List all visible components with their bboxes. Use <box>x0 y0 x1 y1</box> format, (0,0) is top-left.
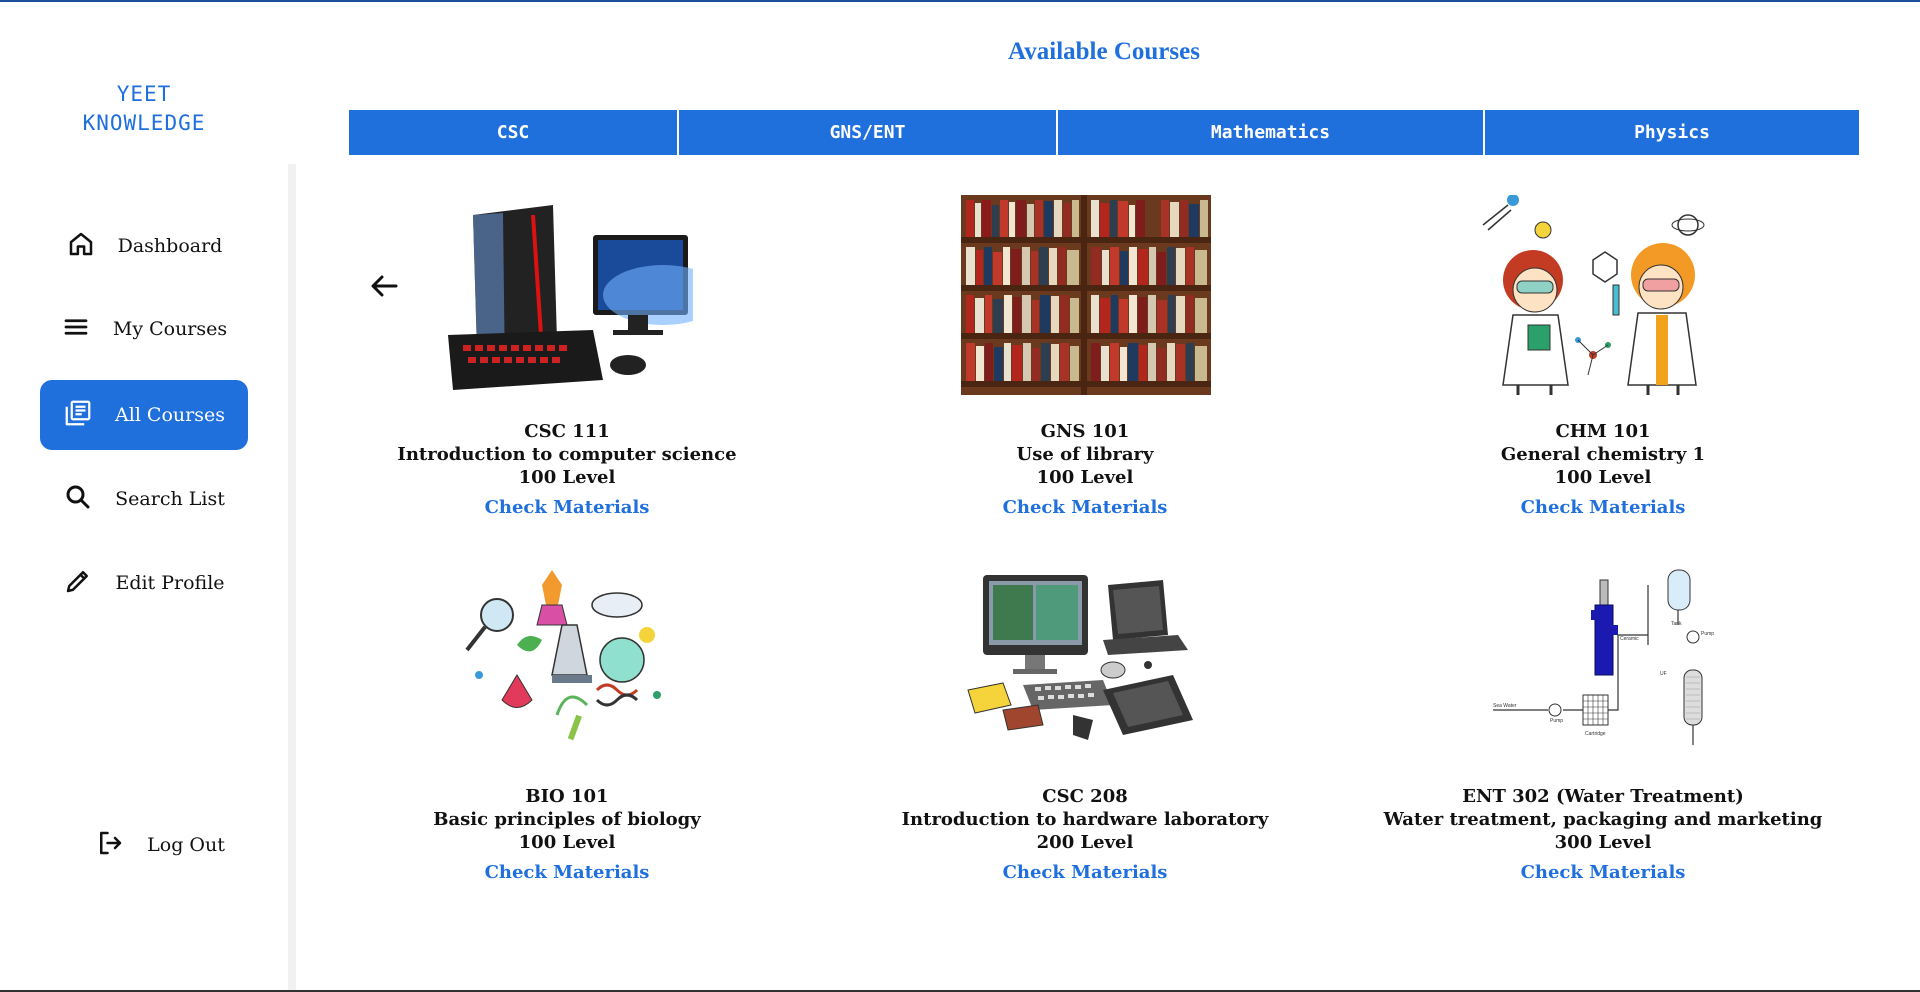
sidebar-item-edit-profile[interactable]: Edit Profile <box>40 548 248 618</box>
course-level: 100 Level <box>1036 467 1134 488</box>
course-name: Basic principles of biology <box>433 809 701 830</box>
course-code: BIO 101 <box>525 786 609 807</box>
sidebar-item-all-courses[interactable]: All Courses <box>40 380 248 450</box>
check-materials-link[interactable]: Check Materials <box>485 862 650 883</box>
course-name: Introduction to hardware laboratory <box>901 809 1269 830</box>
tab-physics[interactable]: Physics <box>1485 110 1859 155</box>
scientists-image <box>1473 194 1733 395</box>
sidebar-item-label: Dashboard <box>117 235 223 257</box>
svg-text:Pump: Pump <box>1701 631 1714 637</box>
app-logo[interactable]: YEET KNOWLEDGE <box>0 80 288 138</box>
tab-csc[interactable]: CSC <box>349 110 679 155</box>
svg-text:Tank: Tank <box>1671 621 1682 627</box>
course-level: 300 Level <box>1554 832 1652 853</box>
bookshelf-image <box>961 195 1211 395</box>
svg-text:Cartridge: Cartridge <box>1585 731 1606 737</box>
home-icon <box>66 229 96 264</box>
svg-text:Ceramic: Ceramic <box>1620 636 1639 642</box>
top-border <box>0 0 1920 2</box>
check-materials-link[interactable]: Check Materials <box>1003 862 1168 883</box>
desktop-computer-image <box>443 195 723 395</box>
library-icon <box>63 398 93 433</box>
sidebar-item-label: Edit Profile <box>115 572 225 594</box>
check-materials-link[interactable]: Check Materials <box>1521 497 1686 518</box>
sidebar-item-search-list[interactable]: Search List <box>40 464 248 534</box>
page-title: Available Courses <box>1008 38 1200 65</box>
check-materials-link[interactable]: Check Materials <box>1521 862 1686 883</box>
sidebar-item-label: All Courses <box>115 404 225 426</box>
logo-line1: YEET <box>116 82 172 106</box>
sidebar: YEET KNOWLEDGE Dashboard My Courses All … <box>0 0 288 992</box>
sidebar-item-label: My Courses <box>112 318 228 340</box>
course-name: General chemistry 1 <box>1500 444 1706 465</box>
sidebar-item-dashboard[interactable]: Dashboard <box>40 211 248 281</box>
course-code: CSC 208 <box>1042 786 1128 807</box>
sidebar-item-my-courses[interactable]: My Courses <box>40 294 248 364</box>
pencil-icon <box>63 566 93 601</box>
course-name: Use of library <box>1016 444 1154 465</box>
sidebar-item-label: Search List <box>115 488 225 510</box>
menu-icon <box>61 312 91 347</box>
check-materials-link[interactable]: Check Materials <box>1003 497 1168 518</box>
course-level: 100 Level <box>1554 467 1652 488</box>
course-level: 200 Level <box>1036 832 1134 853</box>
course-level: 100 Level <box>518 467 616 488</box>
check-materials-link[interactable]: Check Materials <box>485 497 650 518</box>
logout-button[interactable]: Log Out <box>56 810 264 880</box>
course-name: Water treatment, packaging and marketing <box>1383 809 1823 830</box>
svg-text:Sea Water: Sea Water <box>1493 703 1517 709</box>
course-code: CSC 111 <box>524 421 610 442</box>
category-tabs: CSC GNS/ENT Mathematics Physics <box>349 110 1859 155</box>
water-treatment-diagram-image: Sea Water Pump Cartridge Ceramic Tank Pu… <box>1488 565 1718 745</box>
course-name: Introduction to computer science <box>397 444 737 465</box>
hardware-devices-image <box>963 565 1208 750</box>
course-level: 100 Level <box>518 832 616 853</box>
svg-text:Pump: Pump <box>1550 718 1563 724</box>
search-icon <box>63 482 93 517</box>
biology-collage-image <box>457 565 677 745</box>
course-code: CHM 101 <box>1555 421 1651 442</box>
course-code: GNS 101 <box>1040 421 1130 442</box>
tab-mathematics[interactable]: Mathematics <box>1058 110 1485 155</box>
logout-label: Log Out <box>147 834 225 856</box>
sidebar-divider <box>288 164 296 992</box>
back-arrow-icon[interactable] <box>366 270 402 302</box>
logout-icon <box>95 828 125 863</box>
tab-gns-ent[interactable]: GNS/ENT <box>679 110 1058 155</box>
logo-line2: KNOWLEDGE <box>82 111 206 135</box>
course-code: ENT 302 (Water Treatment) <box>1462 786 1744 807</box>
svg-text:UF: UF <box>1660 671 1667 677</box>
